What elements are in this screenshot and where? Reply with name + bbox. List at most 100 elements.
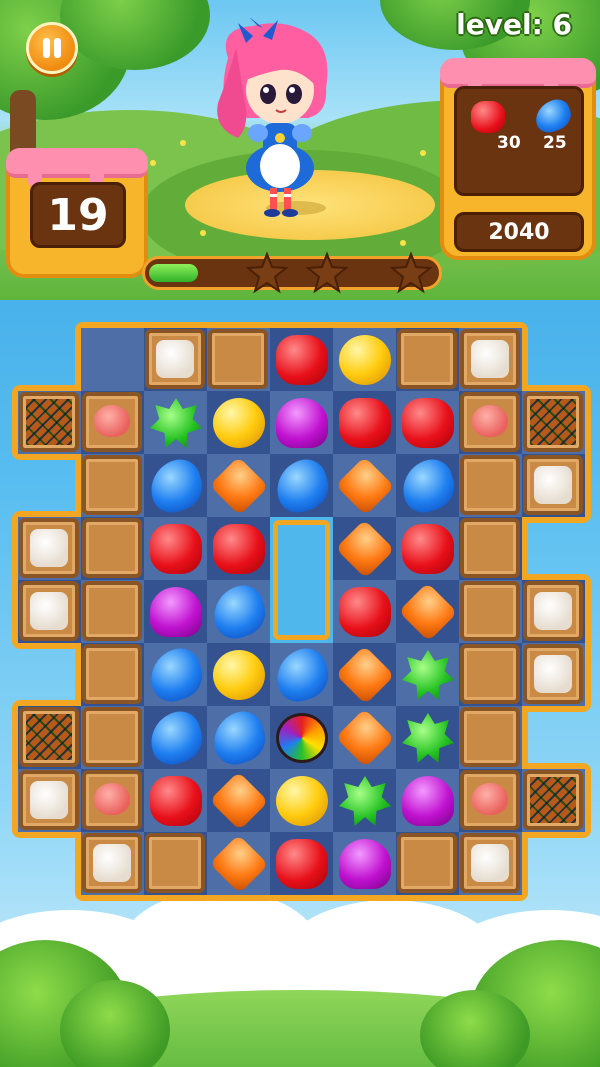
board-cell-purple-candy[interactable]	[333, 832, 396, 895]
board-cell-wooden-crate[interactable]	[81, 517, 144, 580]
board-cell-blue-candy[interactable]	[269, 454, 335, 518]
wooden-crate-icon	[208, 329, 268, 389]
board-cell-yellow-candy[interactable]	[333, 328, 396, 391]
board-cell-wooden-crate[interactable]	[459, 517, 522, 580]
board-cell-purple-candy[interactable]	[270, 391, 333, 454]
board-cell-orange-candy[interactable]	[333, 517, 396, 580]
wooden-crate-icon	[82, 707, 142, 767]
red-candy-icon	[339, 587, 391, 637]
board-cell-red-candy[interactable]	[333, 391, 396, 454]
board-cell-wooden-crate[interactable]	[459, 580, 522, 643]
board-cell-green-candy[interactable]	[396, 706, 459, 769]
board-cell-wooden-crate[interactable]	[459, 643, 522, 706]
purple-candy-icon	[402, 776, 454, 826]
board-cell-blue-candy[interactable]	[395, 454, 461, 518]
blue-candy-icon	[143, 643, 209, 707]
board-cell-cream-crate[interactable]	[81, 832, 144, 895]
red-candy-icon	[150, 524, 202, 574]
wooden-crate-icon	[397, 329, 457, 389]
board-cell-swirl-candy[interactable]	[270, 706, 333, 769]
purple-candy-icon	[339, 839, 391, 889]
board-cell-cream-crate[interactable]	[459, 832, 522, 895]
board-cell-wooden-crate[interactable]	[81, 706, 144, 769]
board-cell-purple-candy[interactable]	[144, 580, 207, 643]
orange-candy-icon	[209, 834, 269, 894]
board-cell-wooden-crate[interactable]	[396, 832, 459, 895]
blue-candy-icon	[206, 580, 272, 644]
board-cell-blue-candy[interactable]	[143, 643, 209, 707]
board-cell-pie-crate[interactable]	[18, 706, 81, 769]
board-cell-blue-candy[interactable]	[269, 643, 335, 707]
board-cell-orange-candy[interactable]	[333, 706, 396, 769]
pie-crate-icon	[19, 392, 79, 452]
board-cell-pink-crate[interactable]	[81, 391, 144, 454]
board-cell-red-candy[interactable]	[396, 391, 459, 454]
swirl-candy-icon	[276, 713, 328, 763]
cream-crate-icon	[145, 329, 205, 389]
board-cell-orange-candy[interactable]	[207, 832, 270, 895]
board-cell-red-candy[interactable]	[207, 517, 270, 580]
board-cell-undefined-candy[interactable]	[81, 328, 144, 391]
board-cell-orange-candy[interactable]	[333, 643, 396, 706]
board-cell-cream-crate[interactable]	[459, 328, 522, 391]
board-cell-blue-candy[interactable]	[143, 706, 209, 770]
purple-candy-icon	[150, 587, 202, 637]
board-cell-green-candy[interactable]	[333, 769, 396, 832]
orange-candy-icon	[398, 582, 458, 642]
pink-crate-icon	[460, 770, 520, 830]
board-cell-red-candy[interactable]	[144, 517, 207, 580]
board-cell-pie-crate[interactable]	[522, 391, 585, 454]
board-cell-red-candy[interactable]	[333, 580, 396, 643]
board-cell-wooden-crate[interactable]	[81, 454, 144, 517]
board-cell-cream-crate[interactable]	[522, 454, 585, 517]
orange-candy-icon	[335, 456, 395, 516]
board-cell-yellow-candy[interactable]	[207, 643, 270, 706]
board-cell-orange-candy[interactable]	[333, 454, 396, 517]
board-cell-wooden-crate[interactable]	[207, 328, 270, 391]
board-cell-cream-crate[interactable]	[18, 580, 81, 643]
board-cell-wooden-crate[interactable]	[81, 580, 144, 643]
pink-crate-icon	[82, 770, 142, 830]
board-cell-cream-crate[interactable]	[522, 643, 585, 706]
wooden-crate-icon	[82, 644, 142, 704]
board-cell-wooden-crate[interactable]	[396, 328, 459, 391]
board-cell-pink-crate[interactable]	[81, 769, 144, 832]
board-cell-orange-candy[interactable]	[207, 769, 270, 832]
pie-crate-icon	[523, 770, 583, 830]
board-cell-cream-crate[interactable]	[18, 769, 81, 832]
red-candy-icon	[339, 398, 391, 448]
board-cell-pink-crate[interactable]	[459, 769, 522, 832]
orange-candy-icon	[335, 645, 395, 705]
board-cell-cream-crate[interactable]	[144, 328, 207, 391]
board-cell-blue-candy[interactable]	[143, 454, 209, 518]
board-cell-red-candy[interactable]	[396, 517, 459, 580]
board-cell-yellow-candy[interactable]	[207, 391, 270, 454]
blue-candy-icon	[206, 706, 272, 770]
board-cell-blue-candy[interactable]	[206, 580, 272, 644]
board-cell-red-candy[interactable]	[270, 832, 333, 895]
wooden-crate-icon	[460, 455, 520, 515]
board-cell-pie-crate[interactable]	[522, 769, 585, 832]
board-cell-wooden-crate[interactable]	[81, 643, 144, 706]
board-cell-red-candy[interactable]	[144, 769, 207, 832]
board-cell-cream-crate[interactable]	[522, 580, 585, 643]
purple-candy-icon	[276, 398, 328, 448]
board-cell-wooden-crate[interactable]	[459, 454, 522, 517]
board-cell-pink-crate[interactable]	[459, 391, 522, 454]
game-board[interactable]	[0, 0, 600, 1067]
board-cell-cream-crate[interactable]	[18, 517, 81, 580]
pie-crate-icon	[523, 392, 583, 452]
board-cell-orange-candy[interactable]	[396, 580, 459, 643]
board-cell-yellow-candy[interactable]	[270, 769, 333, 832]
board-cell-blue-candy[interactable]	[206, 706, 272, 770]
board-cell-pie-crate[interactable]	[18, 391, 81, 454]
board-cell-green-candy[interactable]	[396, 643, 459, 706]
board-cell-orange-candy[interactable]	[207, 454, 270, 517]
board-cell-red-candy[interactable]	[270, 328, 333, 391]
board-cell-wooden-crate[interactable]	[144, 832, 207, 895]
red-candy-icon	[276, 335, 328, 385]
board-cell-purple-candy[interactable]	[396, 769, 459, 832]
board-cell-wooden-crate[interactable]	[459, 706, 522, 769]
board-cell-green-candy[interactable]	[144, 391, 207, 454]
cream-crate-icon	[19, 518, 79, 578]
